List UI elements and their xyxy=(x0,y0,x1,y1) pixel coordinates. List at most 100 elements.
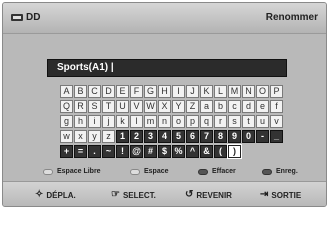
key-0-5[interactable]: F xyxy=(130,85,143,98)
key-3-7[interactable]: 4 xyxy=(158,130,171,143)
key-4-4[interactable]: ! xyxy=(116,145,129,158)
key-2-0[interactable]: g xyxy=(60,115,73,128)
b-button-icon xyxy=(130,168,140,175)
header-title-group: DD xyxy=(11,12,40,23)
key-1-9[interactable]: Z xyxy=(186,100,199,113)
exit-icon: ⇥ xyxy=(260,189,269,200)
key-0-8[interactable]: I xyxy=(172,85,185,98)
key-2-14[interactable]: u xyxy=(256,115,269,128)
effacer-button[interactable]: Effacer xyxy=(198,168,236,175)
header-title: DD xyxy=(26,12,41,23)
key-2-9[interactable]: p xyxy=(186,115,199,128)
key-2-1[interactable]: h xyxy=(74,115,87,128)
select-icon: ☞ xyxy=(111,189,120,200)
enreg-button[interactable]: Enreg. xyxy=(262,168,298,175)
key-2-13[interactable]: t xyxy=(242,115,255,128)
key-2-8[interactable]: o xyxy=(172,115,185,128)
key-1-12[interactable]: c xyxy=(228,100,241,113)
key-1-1[interactable]: R xyxy=(74,100,87,113)
key-3-15[interactable]: _ xyxy=(270,130,283,143)
key-3-4[interactable]: 1 xyxy=(116,130,129,143)
select-hint[interactable]: ☞ SELECT. xyxy=(111,190,156,200)
key-3-14[interactable]: - xyxy=(256,130,269,143)
key-0-3[interactable]: D xyxy=(102,85,115,98)
key-4-0[interactable]: + xyxy=(60,145,73,158)
key-2-7[interactable]: n xyxy=(158,115,171,128)
key-0-11[interactable]: L xyxy=(214,85,227,98)
espace-button[interactable]: Espace xyxy=(130,168,169,175)
key-4-11[interactable]: ( xyxy=(214,145,227,158)
key-2-11[interactable]: r xyxy=(214,115,227,128)
key-1-14[interactable]: e xyxy=(256,100,269,113)
key-0-12[interactable]: M xyxy=(228,85,241,98)
key-0-14[interactable]: O xyxy=(256,85,269,98)
key-4-8[interactable]: % xyxy=(172,145,185,158)
key-3-6[interactable]: 3 xyxy=(144,130,157,143)
key-3-13[interactable]: 0 xyxy=(242,130,255,143)
key-3-2[interactable]: y xyxy=(88,130,101,143)
key-0-13[interactable]: N xyxy=(242,85,255,98)
key-4-7[interactable]: $ xyxy=(158,145,171,158)
key-4-1[interactable]: = xyxy=(74,145,87,158)
key-4-3[interactable]: ~ xyxy=(102,145,115,158)
key-2-15[interactable]: v xyxy=(270,115,283,128)
exit-hint[interactable]: ⇥ SORTIE xyxy=(260,190,301,200)
key-1-4[interactable]: U xyxy=(116,100,129,113)
key-2-10[interactable]: q xyxy=(200,115,213,128)
key-3-11[interactable]: 8 xyxy=(214,130,227,143)
key-4-10[interactable]: & xyxy=(200,145,213,158)
move-arrows-icon: ✧ xyxy=(35,189,44,200)
key-2-5[interactable]: l xyxy=(130,115,143,128)
key-4-6[interactable]: # xyxy=(144,145,157,158)
key-3-5[interactable]: 2 xyxy=(130,130,143,143)
espace-libre-button[interactable]: Espace Libre xyxy=(43,168,101,175)
key-0-9[interactable]: J xyxy=(186,85,199,98)
key-1-7[interactable]: X xyxy=(158,100,171,113)
name-input[interactable]: Sports(A1) | xyxy=(47,59,287,77)
key-4-5[interactable]: @ xyxy=(130,145,143,158)
key-0-6[interactable]: G xyxy=(144,85,157,98)
key-0-7[interactable]: H xyxy=(158,85,171,98)
key-1-13[interactable]: d xyxy=(242,100,255,113)
key-1-11[interactable]: b xyxy=(214,100,227,113)
key-1-15[interactable]: f xyxy=(270,100,283,113)
key-2-2[interactable]: i xyxy=(88,115,101,128)
header-bar: DD Renommer xyxy=(3,3,326,34)
move-label: DÉPLA. xyxy=(46,190,76,200)
key-3-3[interactable]: z xyxy=(102,130,115,143)
key-3-12[interactable]: 9 xyxy=(228,130,241,143)
d-button-icon xyxy=(262,168,272,175)
key-1-3[interactable]: T xyxy=(102,100,115,113)
name-input-value: Sports(A1) | xyxy=(57,62,114,73)
move-hint[interactable]: ✧ DÉPLA. xyxy=(35,190,76,200)
key-0-4[interactable]: E xyxy=(116,85,129,98)
return-hint[interactable]: ↺ REVENIR xyxy=(185,190,232,200)
key-3-1[interactable]: x xyxy=(74,130,87,143)
return-icon: ↺ xyxy=(185,189,194,200)
key-1-10[interactable]: a xyxy=(200,100,213,113)
key-2-4[interactable]: k xyxy=(116,115,129,128)
key-1-2[interactable]: S xyxy=(88,100,101,113)
on-screen-keyboard: ABCDEFGHIJKLMNOP QRSTUVWXYZabcdef ghijklmn… xyxy=(60,85,283,159)
effacer-label: Effacer xyxy=(212,168,236,175)
key-0-2[interactable]: C xyxy=(88,85,101,98)
key-1-5[interactable]: V xyxy=(130,100,143,113)
key-3-8[interactable]: 5 xyxy=(172,130,185,143)
key-4-12[interactable]: ) xyxy=(227,144,242,159)
key-0-10[interactable]: K xyxy=(200,85,213,98)
key-3-9[interactable]: 6 xyxy=(186,130,199,143)
key-0-0[interactable]: A xyxy=(60,85,73,98)
key-1-0[interactable]: Q xyxy=(60,100,73,113)
key-2-6[interactable]: m xyxy=(144,115,157,128)
key-0-1[interactable]: B xyxy=(74,85,87,98)
select-label: SELECT. xyxy=(122,190,156,200)
key-2-3[interactable]: j xyxy=(102,115,115,128)
key-1-8[interactable]: Y xyxy=(172,100,185,113)
key-0-15[interactable]: P xyxy=(270,85,283,98)
key-1-6[interactable]: W xyxy=(144,100,157,113)
key-2-12[interactable]: s xyxy=(228,115,241,128)
key-3-10[interactable]: 7 xyxy=(200,130,213,143)
key-4-2[interactable]: . xyxy=(88,145,101,158)
key-3-0[interactable]: w xyxy=(60,130,73,143)
key-4-9[interactable]: ^ xyxy=(186,145,199,158)
